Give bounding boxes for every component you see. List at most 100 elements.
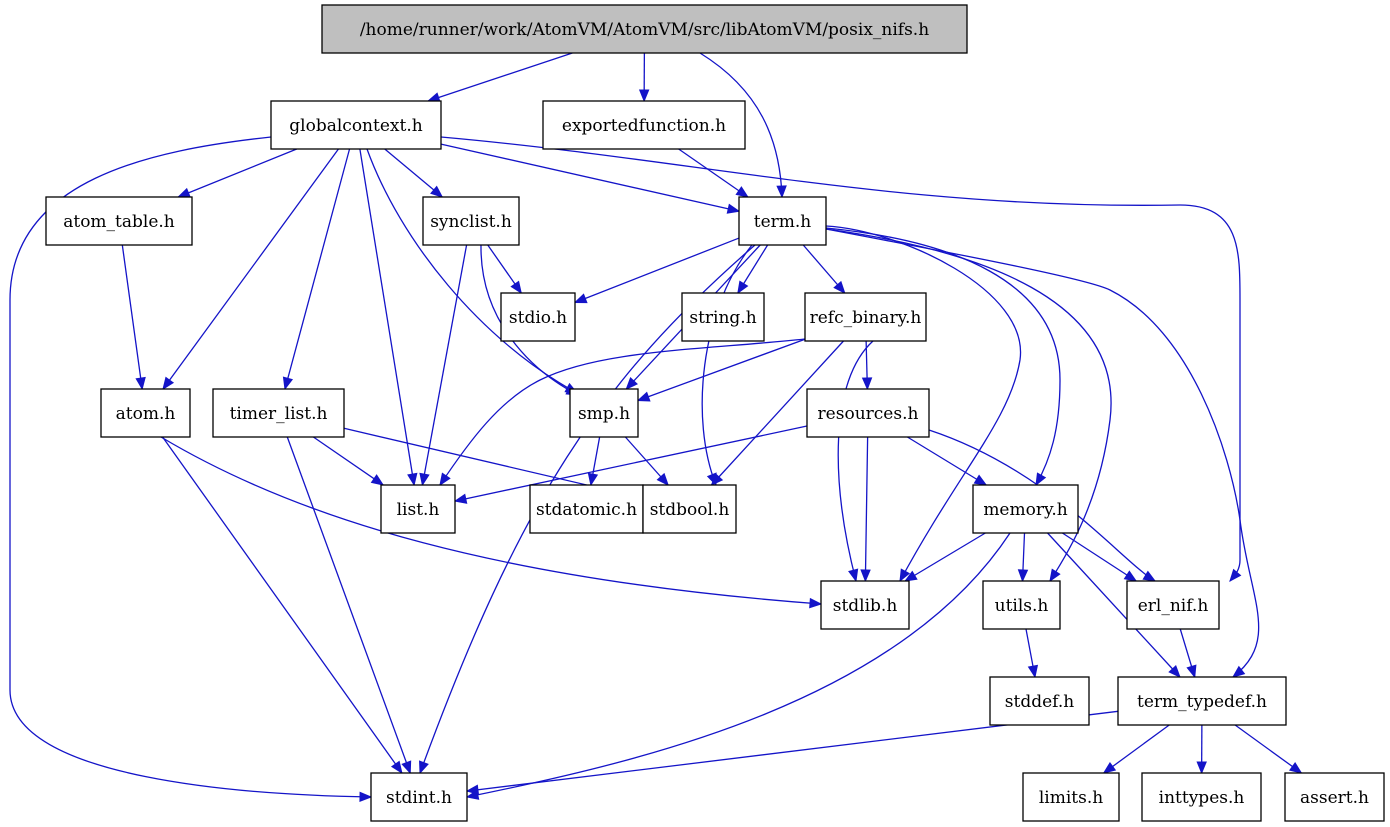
arrowhead-icon — [1142, 570, 1157, 582]
edge-refc_binary-to-smp — [636, 338, 806, 402]
node-label: list.h — [397, 500, 440, 520]
edge-line — [162, 148, 339, 390]
arrowhead-icon — [1035, 472, 1047, 487]
node-stdatomic[interactable]: stdatomic.h — [529, 484, 644, 534]
edge-refc_binary-to-resources — [861, 340, 873, 391]
node-stddef[interactable]: stddef.h — [989, 676, 1090, 726]
arrowhead-icon — [390, 760, 403, 775]
edge-utils-to-stddef — [1025, 628, 1039, 679]
edge-term-to-refc_binary — [802, 244, 846, 294]
edge-synclist-to-stdio — [487, 244, 523, 295]
arrowhead-icon — [735, 186, 749, 198]
edge-line — [162, 436, 403, 774]
arrowhead-icon — [282, 376, 294, 391]
node-label: stdbool.h — [650, 500, 730, 520]
arrowhead-icon — [573, 293, 588, 304]
edge-line — [313, 436, 384, 486]
arrowhead-icon — [1123, 570, 1138, 582]
node-label: resources.h — [818, 404, 919, 424]
node-label: inttypes.h — [1159, 788, 1245, 808]
node-atom[interactable]: atom.h — [100, 388, 191, 438]
node-label: stdio.h — [509, 308, 567, 328]
node-utils[interactable]: utils.h — [982, 580, 1061, 630]
edge-line — [178, 148, 297, 198]
node-label: smp.h — [578, 404, 630, 424]
edge-globalcontext-to-smp — [366, 148, 579, 394]
edge-line — [637, 338, 806, 402]
node-assert[interactable]: assert.h — [1284, 772, 1385, 822]
edge-root-to-globalcontext — [426, 52, 573, 103]
arrowhead-icon — [638, 89, 650, 103]
node-resources[interactable]: resources.h — [806, 388, 930, 438]
nodes-layer: /home/runner/work/AtomVM/AtomVM/src/libA… — [45, 4, 1385, 822]
edge-line — [907, 436, 987, 486]
node-label: stdlib.h — [833, 596, 898, 616]
arrowhead-icon — [465, 784, 480, 795]
node-synclist[interactable]: synclist.h — [422, 196, 520, 246]
node-label: stddef.h — [1005, 692, 1074, 712]
edge-term_typedef-to-assert — [1234, 724, 1303, 774]
edge-globalcontext-to-atom_table — [177, 148, 297, 198]
node-stdio[interactable]: stdio.h — [500, 292, 576, 342]
edge-erl_nif-to-term_typedef — [1179, 628, 1197, 679]
node-label: assert.h — [1300, 788, 1369, 808]
node-label: term_typedef.h — [1137, 692, 1267, 712]
node-refc-binary[interactable]: refc_binary.h — [804, 292, 927, 342]
edge-synclist-to-list — [419, 244, 468, 487]
arrowhead-icon — [809, 597, 823, 609]
arrowhead-icon — [737, 280, 749, 295]
arrowhead-icon — [407, 472, 418, 487]
edge-term_typedef-to-inttypes — [1196, 724, 1207, 775]
node-label: memory.h — [983, 500, 1067, 520]
arrowhead-icon — [135, 376, 146, 391]
node-string[interactable]: string.h — [681, 292, 765, 342]
arrowhead-icon — [1027, 664, 1039, 679]
node-stdbool[interactable]: stdbool.h — [642, 484, 737, 534]
arrowhead-icon — [430, 185, 444, 198]
node-atom-table[interactable]: atom_table.h — [45, 196, 193, 246]
node-timer-list[interactable]: timer_list.h — [212, 388, 345, 438]
node-term-typedef[interactable]: term_typedef.h — [1117, 676, 1287, 726]
arrowhead-icon — [587, 472, 599, 487]
node-label: stdint.h — [386, 788, 452, 808]
edge-atom_table-to-atom — [121, 244, 146, 391]
edge-globalcontext-to-atom — [162, 148, 339, 391]
edge-line — [904, 532, 986, 582]
arrowhead-icon — [359, 791, 373, 803]
node-smp[interactable]: smp.h — [569, 388, 639, 438]
node-label: string.h — [689, 308, 756, 328]
node-stdint[interactable]: stdint.h — [370, 772, 468, 822]
arrowhead-icon — [439, 472, 451, 487]
edge-line — [121, 244, 143, 390]
edge-globalcontext-to-synclist — [384, 148, 444, 198]
edge-line — [1234, 724, 1302, 774]
node-label: term.h — [754, 212, 812, 232]
node-label: /home/runner/work/AtomVM/AtomVM/src/libA… — [360, 20, 929, 40]
node-stdlib[interactable]: stdlib.h — [820, 580, 910, 630]
edge-line — [284, 148, 351, 390]
node-globalcontext[interactable]: globalcontext.h — [270, 100, 442, 150]
arrowhead-icon — [1186, 664, 1197, 679]
arrowhead-icon — [636, 391, 651, 402]
node-erl-nif[interactable]: erl_nif.h — [1126, 580, 1220, 630]
node-term[interactable]: term.h — [738, 196, 827, 246]
node-label: synclist.h — [430, 212, 512, 232]
arrowhead-icon — [860, 569, 871, 583]
edge-line — [366, 148, 578, 394]
edge-line — [864, 436, 869, 582]
edge-smp-to-stdbool — [624, 436, 670, 486]
edge-memory-to-utils — [1017, 532, 1029, 583]
edge-root-to-exportedfunction — [638, 52, 650, 103]
node-limits[interactable]: limits.h — [1022, 772, 1120, 822]
node-inttypes[interactable]: inttypes.h — [1141, 772, 1262, 822]
node-label: timer_list.h — [230, 404, 328, 424]
arrowhead-icon — [1102, 761, 1117, 774]
arrowhead-icon — [776, 185, 787, 199]
arrowhead-icon — [177, 187, 191, 198]
edges-layer — [9, 52, 1303, 803]
node-memory[interactable]: memory.h — [972, 484, 1079, 534]
node-list[interactable]: list.h — [380, 484, 456, 534]
edge-smp-to-stdatomic — [587, 436, 601, 487]
node-exportedfunction[interactable]: exportedfunction.h — [542, 100, 746, 150]
arrowhead-icon — [848, 568, 859, 583]
